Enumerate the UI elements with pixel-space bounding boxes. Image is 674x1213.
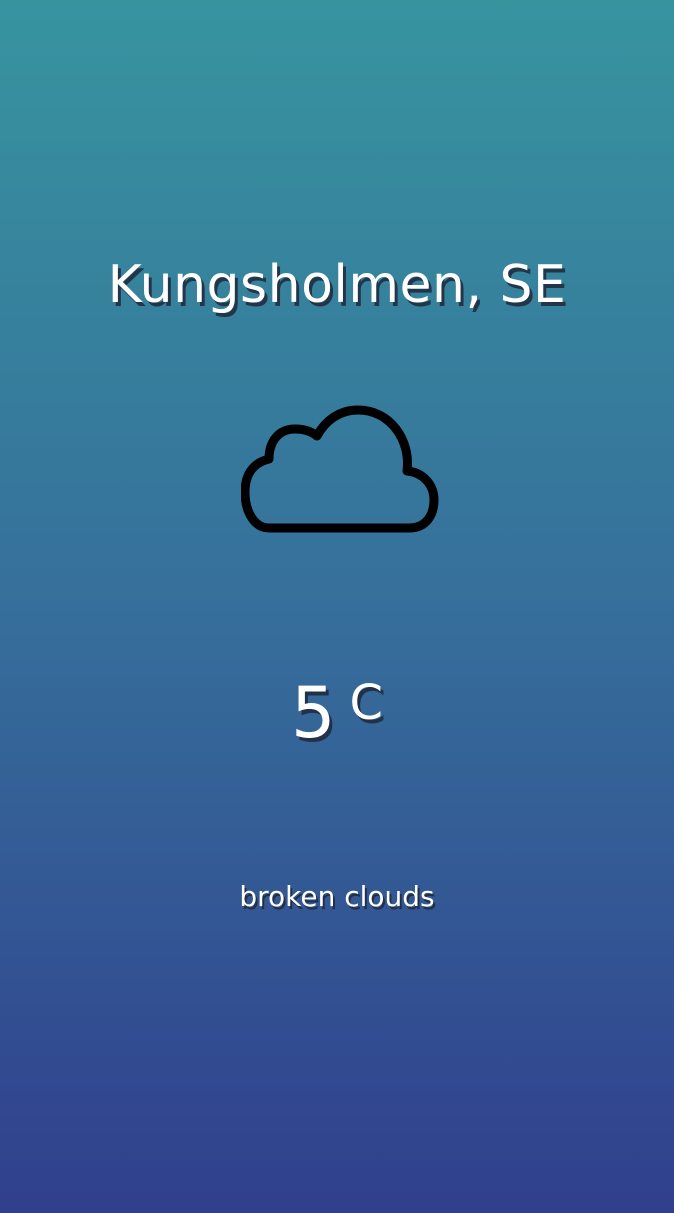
weather-app: Kungsholmen, SE 5C broken clouds: [0, 0, 674, 1213]
temperature-unit: C: [349, 675, 384, 731]
temperature-display: 5C: [0, 672, 674, 754]
weather-description: broken clouds: [239, 880, 435, 913]
location-title: Kungsholmen, SE: [107, 255, 567, 315]
cloud-icon: [240, 404, 439, 538]
temperature-value: 5: [290, 672, 336, 754]
